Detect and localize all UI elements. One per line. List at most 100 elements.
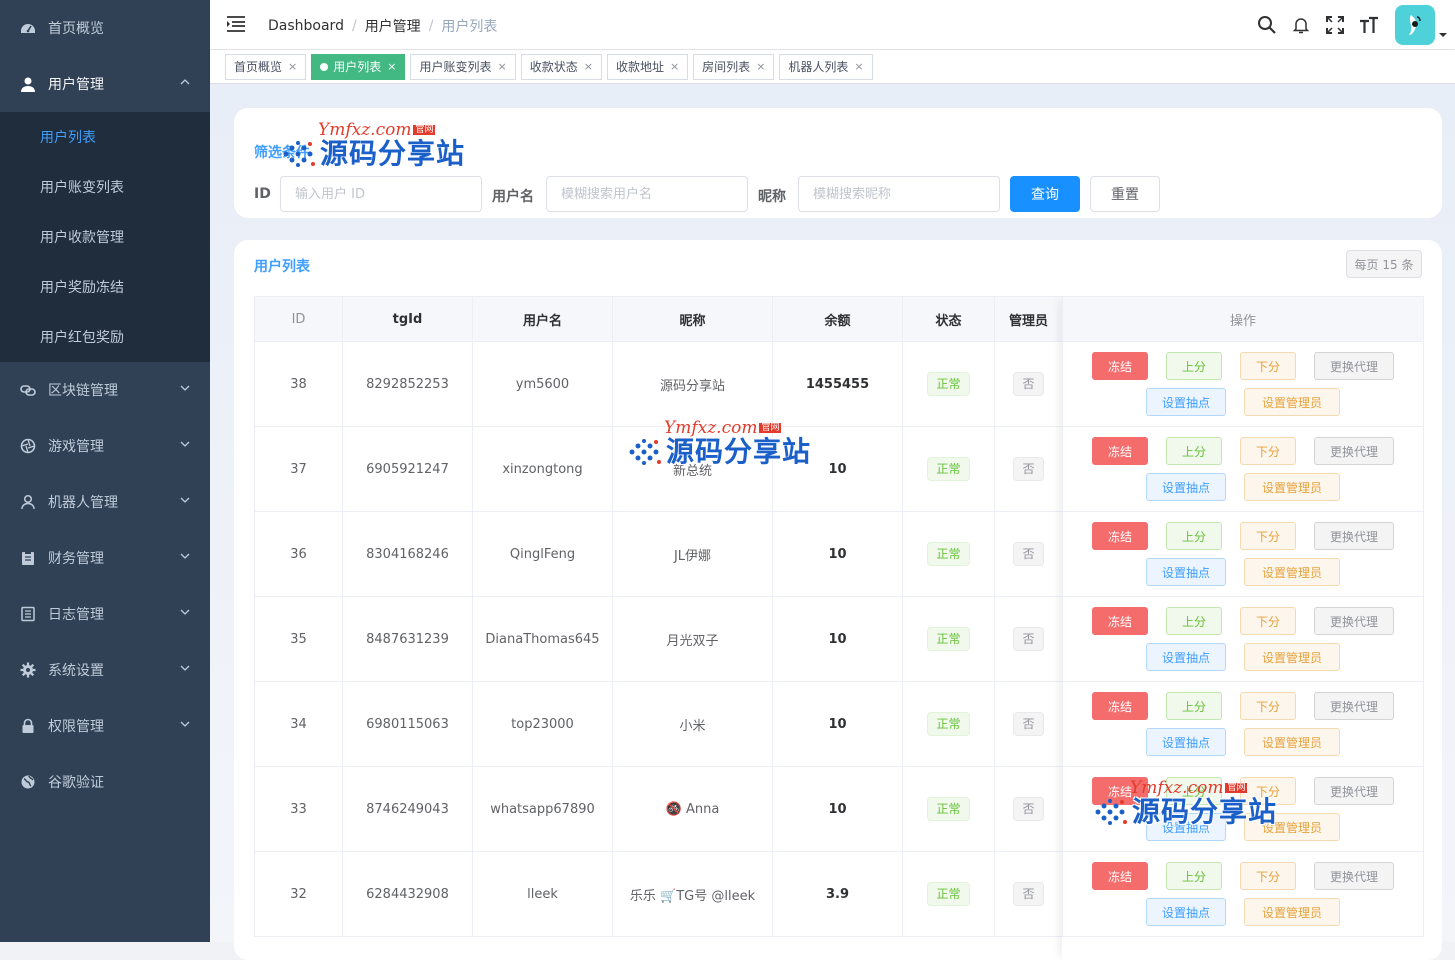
- credit-button[interactable]: 上分: [1166, 437, 1222, 465]
- caret-down-icon[interactable]: [1439, 31, 1447, 39]
- col-header-nickname[interactable]: 昵称: [612, 296, 773, 342]
- change-agent-button[interactable]: 更换代理: [1314, 777, 1394, 805]
- freeze-button[interactable]: 冻结: [1092, 862, 1148, 890]
- sidebar-subitem-user-payment[interactable]: 用户收款管理: [0, 212, 210, 262]
- debit-button[interactable]: 下分: [1240, 352, 1296, 380]
- close-icon[interactable]: ×: [854, 55, 863, 79]
- credit-button[interactable]: 上分: [1166, 522, 1222, 550]
- tag-robot-list[interactable]: 机器人列表 ×: [779, 53, 873, 80]
- sidebar-item-label: 日志管理: [48, 607, 104, 623]
- chevron-down-icon: [180, 609, 190, 615]
- credit-button[interactable]: 上分: [1166, 352, 1222, 380]
- sidebar-item-settings[interactable]: 系统设置: [0, 642, 210, 698]
- sidebar-subitem-user-balance-changes[interactable]: 用户账变列表: [0, 162, 210, 212]
- credit-button[interactable]: 上分: [1166, 692, 1222, 720]
- credit-button[interactable]: 上分: [1166, 777, 1222, 805]
- col-header-username[interactable]: 用户名: [472, 296, 613, 342]
- set-admin-button[interactable]: 设置管理员: [1244, 388, 1340, 416]
- search-icon[interactable]: [1255, 13, 1279, 37]
- set-admin-button[interactable]: 设置管理员: [1244, 898, 1340, 926]
- gear-icon: [20, 662, 36, 678]
- col-header-tgid[interactable]: tgId: [342, 296, 473, 342]
- set-admin-button[interactable]: 设置管理员: [1244, 728, 1340, 756]
- set-admin-button[interactable]: 设置管理员: [1244, 558, 1340, 586]
- set-admin-button[interactable]: 设置管理员: [1244, 643, 1340, 671]
- debit-button[interactable]: 下分: [1240, 862, 1296, 890]
- close-icon[interactable]: ×: [584, 55, 593, 79]
- set-rake-button[interactable]: 设置抽点: [1146, 728, 1226, 756]
- col-header-id[interactable]: ID: [254, 296, 343, 342]
- set-admin-button[interactable]: 设置管理员: [1244, 473, 1340, 501]
- cell-actions: 冻结 上分 下分 更换代理 设置抽点 设置管理员: [1062, 851, 1424, 937]
- close-icon[interactable]: ×: [288, 55, 297, 79]
- avatar[interactable]: [1395, 5, 1435, 45]
- change-agent-button[interactable]: 更换代理: [1314, 522, 1394, 550]
- sidebar-subitem-reward-freeze[interactable]: 用户奖励冻结: [0, 262, 210, 312]
- col-header-admin[interactable]: 管理员: [994, 296, 1063, 342]
- sidebar-item-finance[interactable]: 财务管理: [0, 530, 210, 586]
- tag-payment-status[interactable]: 收款状态 ×: [520, 53, 602, 80]
- cell-balance: 10: [772, 596, 903, 682]
- font-size-icon[interactable]: [1357, 13, 1381, 37]
- debit-button[interactable]: 下分: [1240, 437, 1296, 465]
- freeze-button[interactable]: 冻结: [1092, 607, 1148, 635]
- close-icon[interactable]: ×: [497, 55, 506, 79]
- sidebar-item-logs[interactable]: 日志管理: [0, 586, 210, 642]
- col-header-status[interactable]: 状态: [902, 296, 995, 342]
- close-icon[interactable]: ×: [387, 55, 396, 79]
- breadcrumb-dashboard[interactable]: Dashboard: [268, 18, 344, 34]
- cell-id: 37: [254, 426, 343, 512]
- sidebar-item-games[interactable]: 游戏管理: [0, 418, 210, 474]
- bell-icon[interactable]: [1289, 13, 1313, 37]
- debit-button[interactable]: 下分: [1240, 777, 1296, 805]
- fullscreen-icon[interactable]: [1323, 13, 1347, 37]
- change-agent-button[interactable]: 更换代理: [1314, 437, 1394, 465]
- close-icon[interactable]: ×: [756, 55, 765, 79]
- col-header-balance[interactable]: 余额: [772, 296, 903, 342]
- nickname-input[interactable]: [798, 176, 1000, 212]
- tag-dashboard[interactable]: 首页概览 ×: [225, 53, 307, 80]
- id-input[interactable]: [280, 176, 482, 212]
- breadcrumb-user-management[interactable]: 用户管理: [365, 16, 421, 36]
- sidebar-item-dashboard[interactable]: 首页概览: [0, 0, 210, 56]
- set-admin-button[interactable]: 设置管理员: [1244, 813, 1340, 841]
- set-rake-button[interactable]: 设置抽点: [1146, 473, 1226, 501]
- sidebar-item-robots[interactable]: 机器人管理: [0, 474, 210, 530]
- set-rake-button[interactable]: 设置抽点: [1146, 898, 1226, 926]
- tag-payment-address[interactable]: 收款地址 ×: [606, 53, 689, 80]
- page-size-select[interactable]: 每页 15 条: [1346, 250, 1422, 278]
- freeze-button[interactable]: 冻结: [1092, 437, 1148, 465]
- change-agent-button[interactable]: 更换代理: [1314, 352, 1394, 380]
- freeze-button[interactable]: 冻结: [1092, 777, 1148, 805]
- change-agent-button[interactable]: 更换代理: [1314, 862, 1394, 890]
- set-rake-button[interactable]: 设置抽点: [1146, 643, 1226, 671]
- credit-button[interactable]: 上分: [1166, 862, 1222, 890]
- freeze-button[interactable]: 冻结: [1092, 352, 1148, 380]
- tag-user-list[interactable]: 用户列表 ×: [311, 53, 406, 80]
- close-icon[interactable]: ×: [670, 55, 679, 79]
- tag-user-balance-changes[interactable]: 用户账变列表 ×: [410, 53, 516, 80]
- change-agent-button[interactable]: 更换代理: [1314, 607, 1394, 635]
- sidebar-item-google-auth[interactable]: 谷歌验证: [0, 754, 210, 810]
- debit-button[interactable]: 下分: [1240, 607, 1296, 635]
- change-agent-button[interactable]: 更换代理: [1314, 692, 1394, 720]
- set-rake-button[interactable]: 设置抽点: [1146, 558, 1226, 586]
- debit-button[interactable]: 下分: [1240, 692, 1296, 720]
- sidebar-item-user-management[interactable]: 用户管理: [0, 56, 210, 112]
- set-rake-button[interactable]: 设置抽点: [1146, 813, 1226, 841]
- set-rake-button[interactable]: 设置抽点: [1146, 388, 1226, 416]
- reset-button[interactable]: 重置: [1090, 176, 1160, 212]
- hamburger-menu-icon[interactable]: [226, 14, 246, 34]
- query-button[interactable]: 查询: [1010, 176, 1080, 212]
- freeze-button[interactable]: 冻结: [1092, 522, 1148, 550]
- sidebar-item-permissions[interactable]: 权限管理: [0, 698, 210, 754]
- sidebar-item-blockchain[interactable]: 区块链管理: [0, 362, 210, 418]
- username-input[interactable]: [546, 176, 748, 212]
- freeze-button[interactable]: 冻结: [1092, 692, 1148, 720]
- tag-room-list[interactable]: 房间列表 ×: [693, 53, 775, 80]
- credit-button[interactable]: 上分: [1166, 607, 1222, 635]
- sidebar-subitem-user-list[interactable]: 用户列表: [0, 112, 210, 162]
- status-badge: 正常: [927, 712, 970, 736]
- sidebar-subitem-red-packet[interactable]: 用户红包奖励: [0, 312, 210, 362]
- debit-button[interactable]: 下分: [1240, 522, 1296, 550]
